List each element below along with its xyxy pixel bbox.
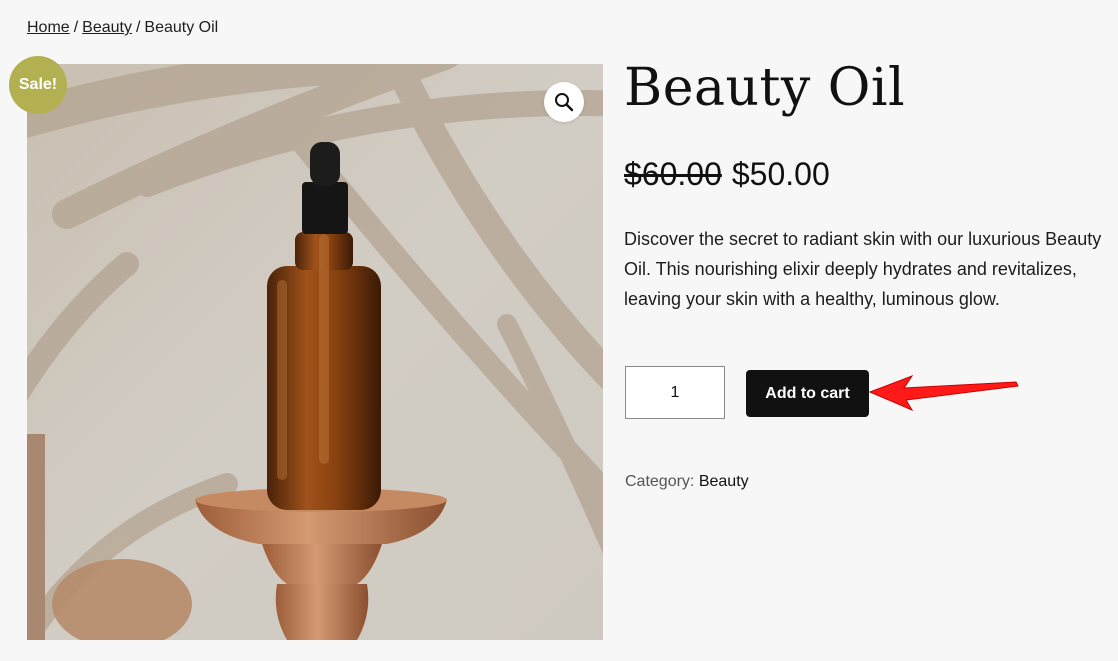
product-description: Discover the secret to radiant skin with…: [624, 229, 1102, 309]
breadcrumb-separator: /: [73, 19, 79, 36]
sale-badge: Sale!: [9, 56, 67, 114]
breadcrumb-current: Beauty Oil: [144, 19, 219, 36]
breadcrumb: Home / Beauty / Beauty Oil: [27, 19, 218, 37]
product-image: [27, 64, 603, 640]
sale-price: $50.00: [731, 156, 830, 192]
product-title: Beauty Oil: [624, 58, 906, 118]
magnifier-icon: [555, 93, 574, 112]
quantity-input[interactable]: [625, 366, 725, 419]
category-label: Category:: [625, 473, 695, 490]
red-arrow-icon: [868, 374, 1019, 412]
category-link[interactable]: Beauty: [699, 473, 749, 490]
product-price: $60.00 $50.00: [624, 156, 830, 193]
breadcrumb-category-link[interactable]: Beauty: [82, 19, 132, 36]
product-meta: Category: Beauty: [625, 473, 749, 491]
old-price: $60.00: [624, 156, 722, 192]
add-to-cart-button[interactable]: Add to cart: [746, 370, 869, 417]
breadcrumb-separator: /: [135, 19, 141, 36]
breadcrumb-home-link[interactable]: Home: [27, 19, 70, 36]
zoom-button[interactable]: [544, 82, 584, 122]
product-gallery[interactable]: [27, 64, 603, 640]
